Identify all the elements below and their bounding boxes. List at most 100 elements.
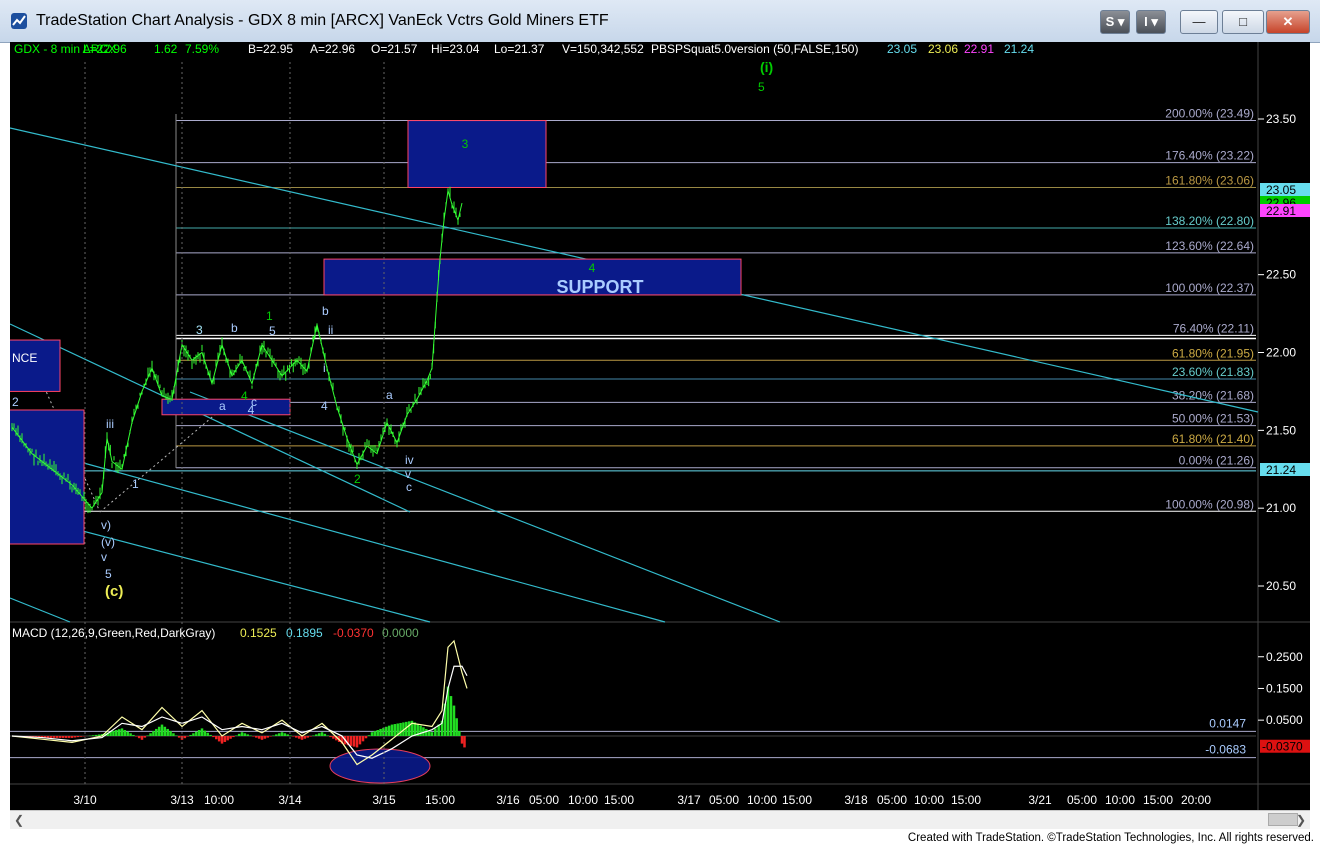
macd-tick-label: 0.1500 [1266, 681, 1303, 695]
macd-tick-label: 0.0500 [1266, 713, 1303, 727]
x-tick-label: 20:00 [1181, 793, 1211, 807]
wave-label: v [405, 467, 411, 481]
header-field: 22.91 [964, 42, 994, 56]
x-tick-label: 3/14 [278, 793, 302, 807]
fib-level-label: 176.40% (23.22) [1165, 149, 1254, 163]
box-label: NCE [12, 351, 37, 365]
x-tick-label: 15:00 [951, 793, 981, 807]
i-menu-button[interactable]: I ▾ [1136, 10, 1166, 34]
header-field: PBSPSquat5.0version (50,FALSE,150) [651, 42, 858, 56]
header-field: 23.06 [928, 42, 958, 56]
header-field: A=22.96 [310, 42, 355, 56]
x-tick-label: 10:00 [747, 793, 777, 807]
wave-label: 1 [266, 309, 273, 323]
fib-level-label: 23.60% (21.83) [1172, 365, 1254, 379]
wave-label: 3 [196, 323, 203, 337]
x-tick-label: 05:00 [529, 793, 559, 807]
header-field: Lo=21.37 [494, 42, 545, 56]
price-chart-svg[interactable]: 200.00% (23.49)176.40% (23.22)161.80% (2… [7, 42, 1310, 810]
x-tick-label: 15:00 [425, 793, 455, 807]
wave-label: i [323, 361, 326, 375]
title-bar: TradeStation Chart Analysis - GDX 8 min … [0, 0, 1320, 43]
x-tick-label: 15:00 [1143, 793, 1173, 807]
y-tick-label: 22.50 [1266, 268, 1296, 282]
x-tick-label: 3/18 [844, 793, 868, 807]
scroll-thumb[interactable] [1268, 813, 1298, 826]
macd-header-field: 0.1525 [240, 626, 277, 640]
wave-label: (c) [105, 583, 123, 600]
wave-label: c [251, 395, 257, 409]
wave-label: 5 [758, 80, 765, 94]
wave-target-box [7, 339, 61, 392]
copyright-footer: Created with TradeStation. ©TradeStation… [907, 832, 1314, 844]
scroll-right-icon[interactable]: ❯ [1296, 813, 1306, 827]
wave-label: (i) [760, 59, 773, 75]
header-field: V=150,342,552 [562, 42, 644, 56]
macd-header-field: MACD (12,26,9,Green,Red,DarkGray) [12, 626, 215, 640]
x-tick-label: 3/10 [73, 793, 97, 807]
wave-label: 5 [105, 567, 112, 581]
macd-last-tag-label: -0.0370 [1262, 740, 1303, 754]
horizontal-scrollbar[interactable]: ❮ ❯ [10, 810, 1310, 829]
price-tag-label: 23.05 [1266, 183, 1296, 197]
fib-level-label: 61.80% (21.95) [1172, 346, 1254, 360]
minimize-button[interactable]: — [1180, 10, 1218, 34]
header-field: L=22.96 [83, 42, 127, 56]
x-tick-label: 10:00 [914, 793, 944, 807]
maximize-button[interactable]: □ [1222, 10, 1264, 34]
x-tick-label: 10:00 [204, 793, 234, 807]
scroll-left-icon[interactable]: ❮ [14, 813, 24, 827]
fib-level-label: 138.20% (22.80) [1165, 214, 1254, 228]
y-tick-label: 21.00 [1266, 501, 1296, 515]
x-tick-label: 3/15 [372, 793, 396, 807]
header-field: 1.62 [154, 42, 178, 56]
price-tag-label: 22.91 [1266, 204, 1296, 218]
x-tick-label: 10:00 [568, 793, 598, 807]
wave-label: 2 [12, 395, 19, 409]
tradestation-app-icon [11, 13, 27, 29]
macd-ref-label: 0.0147 [1209, 716, 1246, 730]
x-tick-label: 05:00 [1067, 793, 1097, 807]
x-tick-label: 3/13 [170, 793, 194, 807]
wave-label: 4 [241, 389, 248, 403]
x-tick-label: 15:00 [782, 793, 812, 807]
macd-tick-label: 0.2500 [1266, 650, 1303, 664]
x-tick-label: 05:00 [709, 793, 739, 807]
wave-label: b [322, 304, 329, 318]
wave-target-box [161, 398, 291, 416]
wave-label: 4 [321, 399, 328, 413]
wave-target-box [7, 409, 85, 545]
box-label: 4 [589, 261, 596, 275]
support-label: SUPPORT [556, 277, 643, 297]
fib-level-label: 200.00% (23.49) [1165, 107, 1254, 121]
x-tick-label: 3/16 [496, 793, 520, 807]
wave-label: ii [328, 323, 333, 337]
header-field: O=21.57 [371, 42, 418, 56]
y-tick-label: 23.50 [1266, 112, 1296, 126]
wave-label: c [406, 480, 412, 494]
wave-target-box [407, 120, 547, 188]
fib-level-label: 0.00% (21.26) [1179, 454, 1254, 468]
close-button[interactable]: ✕ [1266, 10, 1310, 34]
x-tick-label: 3/17 [677, 793, 701, 807]
fib-level-label: 76.40% (22.11) [1173, 321, 1254, 335]
y-tick-label: 20.50 [1266, 579, 1296, 593]
header-field: B=22.95 [248, 42, 293, 56]
box-label: 3 [462, 137, 469, 151]
price-tag-label: 21.24 [1266, 463, 1296, 477]
s-menu-button[interactable]: S ▾ [1100, 10, 1130, 34]
chart-area[interactable]: 200.00% (23.49) 176.40% (23.22) 161.80% (2… [7, 42, 1310, 810]
x-tick-label: 05:00 [877, 793, 907, 807]
macd-header-field: 0.1895 [286, 626, 323, 640]
macd-header-field: 0.0000 [382, 626, 419, 640]
header-field: 7.59% [185, 42, 219, 56]
wave-label: v) [101, 518, 111, 532]
header-field: Hi=23.04 [431, 42, 480, 56]
header-field: 23.05 [887, 42, 917, 56]
fib-level-label: 161.80% (23.06) [1165, 173, 1254, 187]
fib-level-label: 123.60% (22.64) [1165, 239, 1254, 253]
wave-label: (v) [101, 535, 115, 549]
y-tick-label: 21.50 [1266, 423, 1296, 437]
y-tick-label: 22.00 [1266, 346, 1296, 360]
macd-header-field: -0.0370 [333, 626, 374, 640]
